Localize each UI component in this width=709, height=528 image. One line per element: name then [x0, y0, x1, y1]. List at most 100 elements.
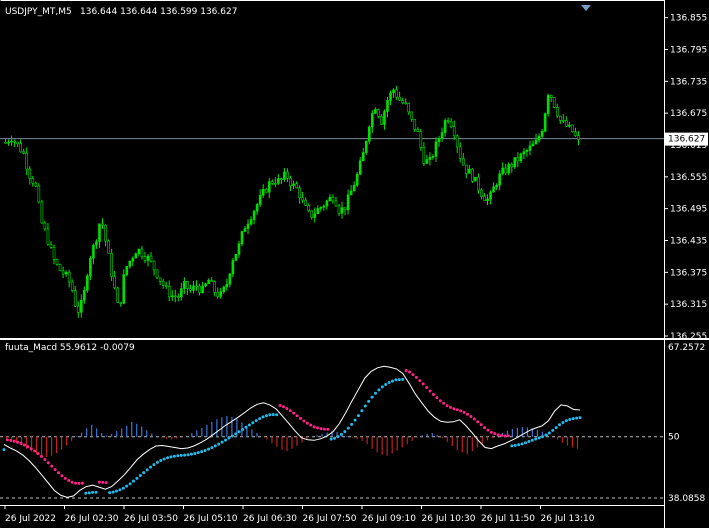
- signal-dot: [510, 444, 514, 448]
- candle-body: [371, 113, 374, 128]
- candle-body: [204, 283, 207, 287]
- signal-dot: [60, 474, 64, 478]
- price-tick-label: 136.495: [670, 205, 707, 215]
- candle-body: [170, 295, 174, 298]
- signal-dot: [251, 421, 255, 425]
- signal-dot: [339, 432, 343, 436]
- signal-dot: [271, 413, 275, 417]
- candle-body: [489, 191, 492, 200]
- candle-body: [125, 266, 129, 275]
- signal-dot: [80, 481, 84, 485]
- signal-dot: [534, 437, 538, 441]
- candle-body: [104, 224, 107, 242]
- signal-dot: [166, 456, 170, 460]
- signal-dot: [230, 434, 234, 438]
- signal-dot: [551, 428, 555, 432]
- signal-dot: [459, 409, 463, 413]
- signal-dot: [329, 437, 333, 441]
- signal-dot: [571, 417, 575, 421]
- candle-body: [289, 177, 292, 186]
- candle-body: [43, 222, 47, 230]
- candle-body: [422, 147, 426, 164]
- price-tick-label: 136.435: [670, 236, 707, 246]
- signal-dot: [63, 476, 67, 480]
- signal-dot: [210, 446, 214, 450]
- signal-dot: [275, 413, 279, 417]
- candle-body: [113, 276, 116, 289]
- signal-dot: [500, 433, 504, 437]
- current-price-tag-text: 136.627: [668, 135, 705, 145]
- candle-body: [210, 280, 213, 282]
- candle-body: [28, 168, 32, 179]
- signal-dot: [2, 448, 6, 452]
- candle-body: [92, 244, 95, 259]
- signal-dot: [336, 435, 340, 439]
- signal-dot: [213, 444, 217, 448]
- candle-body: [461, 158, 465, 166]
- candle-body: [549, 95, 553, 98]
- signal-dot: [84, 491, 88, 495]
- trading-chart[interactable]: 136.855136.795136.735136.675136.615136.5…: [0, 0, 709, 528]
- time-tick-label: 26 Jul 07:50: [303, 514, 357, 524]
- signal-dot: [33, 449, 37, 453]
- candle-body: [374, 109, 377, 114]
- candle-body: [565, 120, 568, 127]
- candle-body: [192, 285, 195, 291]
- signal-dot: [149, 465, 153, 469]
- candle-body: [283, 171, 286, 180]
- signal-dot: [295, 414, 299, 418]
- candle-body: [531, 143, 535, 147]
- candle-body: [534, 139, 538, 145]
- signal-dot: [22, 443, 26, 447]
- candle-body: [89, 257, 92, 277]
- time-tick-label: 26 Jul 09:10: [362, 514, 416, 524]
- candle-body: [501, 167, 504, 175]
- candle-body: [158, 277, 162, 282]
- candle-body: [186, 280, 189, 289]
- time-tick-label: 26 Jul 13:10: [541, 514, 595, 524]
- candle-body: [340, 207, 344, 214]
- signal-dot: [353, 418, 357, 422]
- signal-dot: [26, 445, 30, 449]
- signal-dot: [316, 426, 320, 430]
- candle-body: [177, 296, 180, 298]
- candle-body: [465, 164, 468, 174]
- signal-dot: [114, 489, 118, 493]
- signal-dot: [19, 441, 23, 445]
- candle-body: [383, 111, 386, 125]
- candle-body: [270, 181, 274, 184]
- candle-body: [280, 178, 283, 180]
- signal-dot: [455, 408, 459, 412]
- signal-dot: [155, 460, 159, 464]
- candle-body: [537, 136, 541, 141]
- signal-dot: [50, 464, 54, 468]
- candle-body: [219, 291, 223, 297]
- signal-dot: [564, 419, 568, 423]
- candle-body: [286, 171, 289, 179]
- signal-dot: [483, 426, 487, 430]
- candle-body: [574, 131, 577, 136]
- signal-dot: [145, 468, 149, 472]
- signal-dot: [558, 423, 562, 427]
- signal-dot: [452, 407, 456, 411]
- candle-body: [328, 197, 332, 202]
- candle-body: [107, 240, 110, 254]
- candle-body: [252, 210, 256, 220]
- signal-dot: [299, 417, 303, 421]
- signal-dot: [486, 428, 490, 432]
- signal-dot: [247, 423, 251, 427]
- signal-dot: [305, 421, 309, 425]
- signal-dot: [57, 471, 61, 475]
- candle-body: [246, 223, 250, 229]
- candle-body: [410, 111, 414, 120]
- price-tick-label: 136.375: [670, 268, 707, 278]
- candle-body: [116, 287, 119, 303]
- signal-dot: [408, 370, 412, 374]
- candle-body: [543, 113, 547, 132]
- candle-body: [471, 168, 474, 182]
- candle-body: [119, 302, 123, 304]
- signal-dot: [172, 454, 176, 458]
- signal-dot: [152, 463, 156, 467]
- signal-dot: [196, 451, 200, 455]
- chart-background: [0, 0, 709, 528]
